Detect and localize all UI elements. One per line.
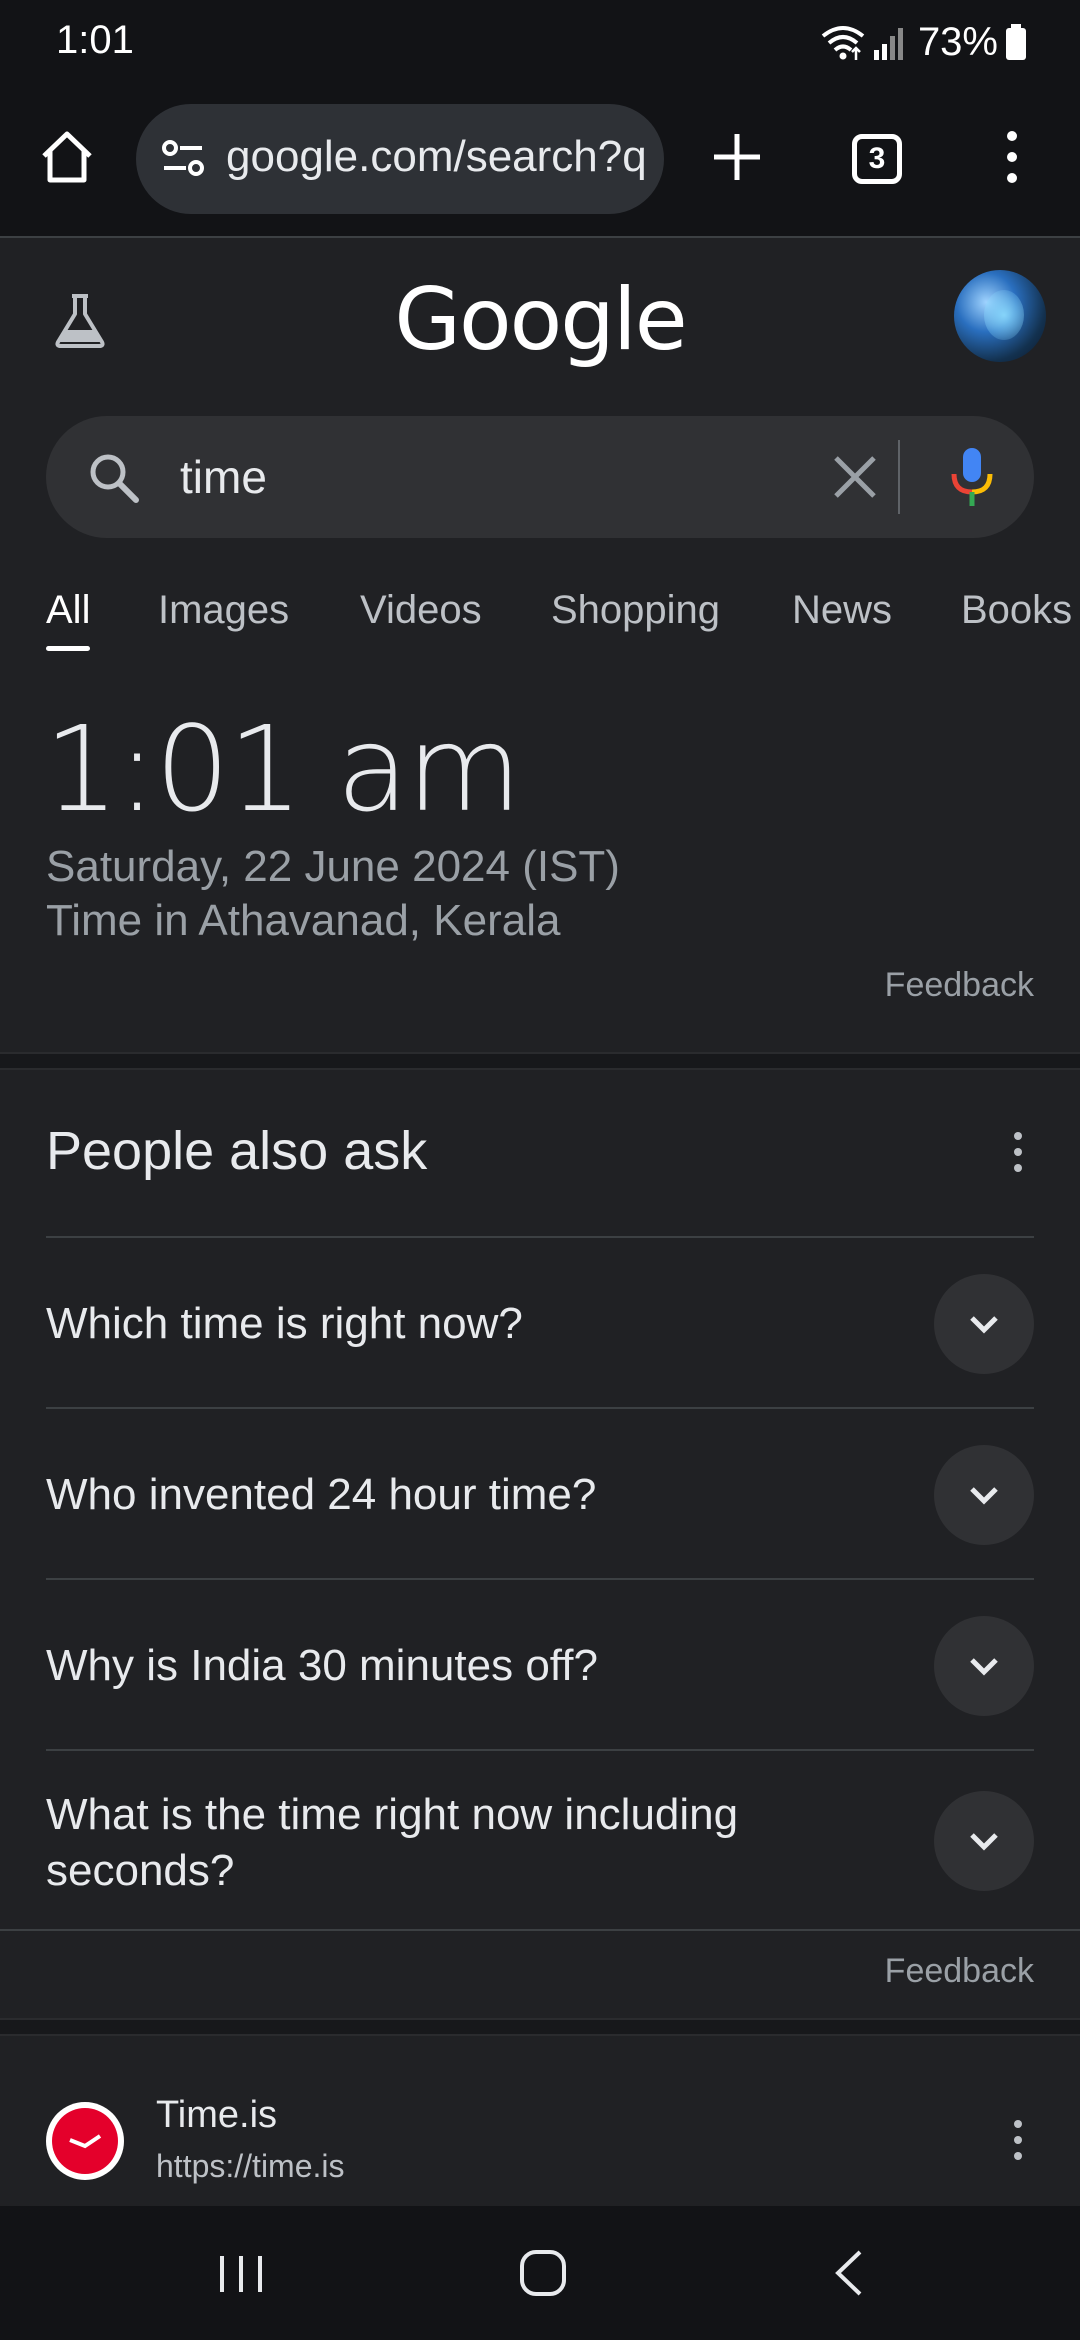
tab-all[interactable]: All (46, 588, 90, 633)
status-icons: 73% (820, 18, 1028, 66)
labs-icon[interactable] (50, 290, 110, 350)
chevron-down-icon (970, 1487, 998, 1505)
avatar[interactable] (954, 270, 1046, 362)
status-bar: 1:01 73% (0, 0, 1080, 84)
paa-question[interactable]: Which time is right now? (46, 1236, 1034, 1408)
paa-question[interactable]: Who invented 24 hour time? (46, 1407, 1034, 1579)
time-location: Time in Athavanad, Kerala (46, 896, 561, 945)
screen: 1:01 73% google.com/search?q 3 Google ti… (0, 0, 1080, 2340)
result-url[interactable]: https://time.is (156, 2148, 345, 2185)
recents-icon[interactable] (216, 2250, 266, 2298)
tune-icon[interactable] (158, 134, 208, 184)
search-input[interactable]: time (180, 450, 267, 504)
back-icon[interactable] (828, 2248, 868, 2298)
paa-expand-button[interactable] (934, 1445, 1034, 1545)
clear-icon[interactable] (830, 452, 880, 502)
more-vert-icon[interactable] (1000, 128, 1024, 186)
more-vert-icon[interactable] (1010, 2118, 1026, 2162)
tabs-icon[interactable]: 3 (852, 134, 902, 184)
search-box[interactable]: time (46, 416, 1034, 538)
result-favicon (46, 2102, 124, 2180)
paa-question-text[interactable]: Who invented 24 hour time? (46, 1467, 886, 1523)
paa-question[interactable]: What is the time right now including sec… (46, 1749, 1034, 1929)
more-vert-icon[interactable] (1010, 1130, 1026, 1174)
url-text[interactable]: google.com/search?q=time (226, 132, 646, 182)
search-divider (898, 440, 900, 514)
paa-question-text[interactable]: Why is India 30 minutes off? (46, 1638, 886, 1694)
paa-expand-button[interactable] (934, 1616, 1034, 1716)
paa-expand-button[interactable] (934, 1274, 1034, 1374)
browser-toolbar: google.com/search?q=time 3 (0, 84, 1080, 238)
mic-icon[interactable] (942, 444, 1002, 510)
chevron-down-icon (970, 1316, 998, 1334)
tab-books[interactable]: Books (961, 588, 1072, 633)
signal-icon (873, 28, 903, 60)
paa-question[interactable]: Why is India 30 minutes off? (46, 1578, 1034, 1750)
time-feedback-link[interactable]: Feedback (885, 966, 1034, 1005)
google-logo[interactable]: Google (360, 270, 720, 380)
tab-videos[interactable]: Videos (360, 588, 482, 633)
chevron-down-icon (970, 1833, 998, 1851)
paa-feedback-link[interactable]: Feedback (885, 1952, 1034, 1991)
current-time: 1:01 am (44, 700, 522, 838)
clock-icon (69, 2134, 102, 2149)
chevron-down-icon (970, 1658, 998, 1676)
paa-title: People also ask (46, 1121, 428, 1181)
section-divider (0, 1052, 1080, 1070)
current-date: Saturday, 22 June 2024 (IST) (46, 842, 620, 891)
address-bar[interactable]: google.com/search?q=time (136, 104, 664, 214)
battery-percent: 73% (917, 19, 998, 64)
tab-shopping[interactable]: Shopping (551, 588, 720, 633)
active-tab-indicator (46, 646, 90, 651)
paa-question-text[interactable]: Which time is right now? (46, 1296, 886, 1352)
search-icon (90, 454, 139, 503)
tab-news[interactable]: News (792, 588, 892, 633)
paa-expand-button[interactable] (934, 1791, 1034, 1891)
result-title[interactable]: Time.is (156, 2094, 277, 2137)
paa-bottom-divider (0, 1929, 1080, 1931)
battery-icon (1006, 24, 1026, 60)
section-divider (0, 2018, 1080, 2036)
system-nav-bar (0, 2206, 1080, 2340)
wifi-icon (821, 26, 865, 60)
plus-icon[interactable] (708, 128, 766, 186)
paa-question-text[interactable]: What is the time right now including sec… (46, 1787, 886, 1899)
home-icon[interactable] (38, 128, 96, 186)
search-tabs: All Images Videos Shopping News Books (0, 580, 1080, 652)
nav-home-icon[interactable] (518, 2248, 568, 2298)
status-time: 1:01 (56, 18, 134, 62)
tab-images[interactable]: Images (158, 588, 289, 633)
